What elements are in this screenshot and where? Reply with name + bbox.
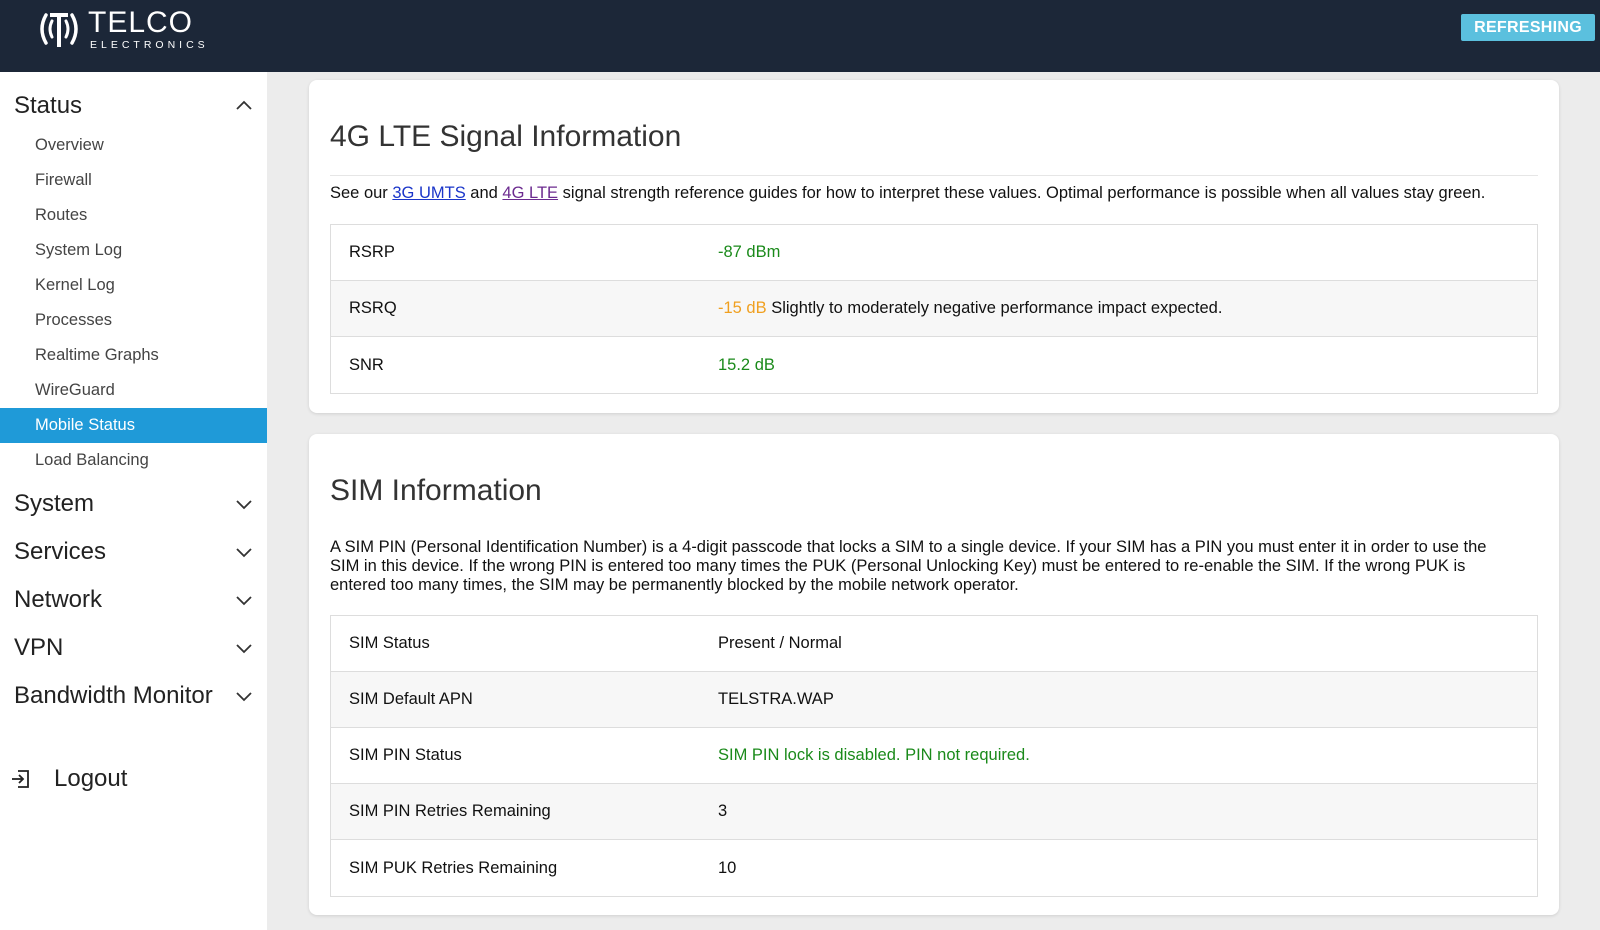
sidebar-item-system-log[interactable]: System Log <box>0 233 267 268</box>
sidebar-item-kernel-log[interactable]: Kernel Log <box>0 268 267 303</box>
sidebar-item-processes[interactable]: Processes <box>0 303 267 338</box>
sidebar-group-vpn[interactable]: VPN <box>14 628 254 668</box>
sidebar-group-system[interactable]: System <box>14 484 254 524</box>
sim-pin-status-label: SIM PIN Status <box>349 746 462 764</box>
sidebar-group-label: Bandwidth Monitor <box>14 682 213 709</box>
sim-description: A SIM PIN (Personal Identification Numbe… <box>330 538 1487 594</box>
table-row: SIM PIN Status SIM PIN lock is disabled.… <box>331 728 1537 784</box>
sidebar-nav: Status Overview Firewall Routes System L… <box>0 72 267 930</box>
sim-info-table: SIM Status Present / Normal SIM Default … <box>330 615 1538 897</box>
rsrq-value: -15 dB <box>718 299 767 317</box>
brand-name: TELCO <box>88 6 194 39</box>
sidebar-group-label: VPN <box>14 634 64 661</box>
lte-signal-table: RSRP -87 dBm RSRQ -15 dB Slightly to mod… <box>330 224 1538 394</box>
rsrq-note: Slightly to moderately negative performa… <box>766 299 1223 317</box>
chevron-down-icon <box>236 596 252 606</box>
top-header: TELCO ELECTRONICS REFRESHING <box>0 0 1600 72</box>
sim-apn-label: SIM Default APN <box>349 690 473 708</box>
sidebar-item-mobile-status[interactable]: Mobile Status <box>0 408 267 443</box>
table-row: RSRP -87 dBm <box>331 225 1537 281</box>
sim-status-value: Present / Normal <box>718 634 842 652</box>
table-row: SNR 15.2 dB <box>331 337 1537 393</box>
sidebar-item-wireguard[interactable]: WireGuard <box>0 373 267 408</box>
snr-value: 15.2 dB <box>718 355 775 374</box>
rsrp-value: -87 dBm <box>718 243 781 261</box>
sim-status-label: SIM Status <box>349 634 430 652</box>
refreshing-status-badge: REFRESHING <box>1461 14 1595 41</box>
chevron-down-icon <box>236 548 252 558</box>
chevron-down-icon <box>236 500 252 510</box>
4g-lte-guide-link[interactable]: 4G LTE <box>502 184 558 202</box>
sim-information-card: SIM Information A SIM PIN (Personal Iden… <box>309 434 1559 915</box>
rsrp-label: RSRP <box>349 243 395 261</box>
sidebar-item-load-balancing[interactable]: Load Balancing <box>0 443 267 478</box>
sim-pin-retries-value: 3 <box>718 802 728 820</box>
table-row: SIM Default APN TELSTRA.WAP <box>331 672 1537 728</box>
lte-card-title: 4G LTE Signal Information <box>330 120 682 153</box>
sim-puk-retries-label: SIM PUK Retries Remaining <box>349 858 558 877</box>
sidebar-item-overview[interactable]: Overview <box>0 128 267 163</box>
chevron-up-icon <box>236 100 252 110</box>
table-row: SIM Status Present / Normal <box>331 616 1537 672</box>
lte-title-divider <box>330 175 1538 176</box>
chevron-down-icon <box>236 692 252 702</box>
sim-pin-retries-label: SIM PIN Retries Remaining <box>349 802 551 820</box>
table-row: SIM PUK Retries Remaining 10 <box>331 840 1537 896</box>
logout-label: Logout <box>54 765 128 792</box>
logout-button[interactable]: Logout <box>10 765 127 793</box>
chevron-down-icon <box>236 644 252 654</box>
sidebar-group-status[interactable]: Status <box>14 86 254 126</box>
sidebar-item-realtime-graphs[interactable]: Realtime Graphs <box>0 338 267 373</box>
table-row: SIM PIN Retries Remaining 3 <box>331 784 1537 840</box>
sidebar-group-label: System <box>14 490 95 517</box>
3g-umts-guide-link[interactable]: 3G UMTS <box>392 184 465 202</box>
sim-apn-value: TELSTRA.WAP <box>718 690 834 708</box>
brand-subtitle: ELECTRONICS <box>90 39 209 51</box>
sidebar-item-routes[interactable]: Routes <box>0 198 267 233</box>
sim-puk-retries-value: 10 <box>718 858 737 877</box>
sidebar-group-services[interactable]: Services <box>14 532 254 572</box>
brand-logo[interactable]: TELCO ELECTRONICS <box>36 8 209 51</box>
lte-description: See our 3G UMTS and 4G LTE signal streng… <box>330 184 1486 202</box>
sim-pin-status-value: SIM PIN lock is disabled. PIN not requir… <box>718 746 1030 764</box>
sidebar-group-label: Network <box>14 586 103 613</box>
sidebar-group-label: Services <box>14 538 107 565</box>
logout-icon <box>12 770 29 788</box>
lte-signal-card: 4G LTE Signal Information See our 3G UMT… <box>309 80 1559 413</box>
sidebar-group-label: Status <box>14 92 83 119</box>
antenna-logo-icon <box>40 13 78 48</box>
table-row: RSRQ -15 dB Slightly to moderately negat… <box>331 281 1537 337</box>
sidebar-group-bandwidth-monitor[interactable]: Bandwidth Monitor <box>14 676 254 716</box>
rsrq-label: RSRQ <box>349 299 397 317</box>
sidebar-item-firewall[interactable]: Firewall <box>0 163 267 198</box>
snr-label: SNR <box>349 355 384 374</box>
sidebar-group-network[interactable]: Network <box>14 580 254 620</box>
sim-card-title: SIM Information <box>330 474 542 507</box>
